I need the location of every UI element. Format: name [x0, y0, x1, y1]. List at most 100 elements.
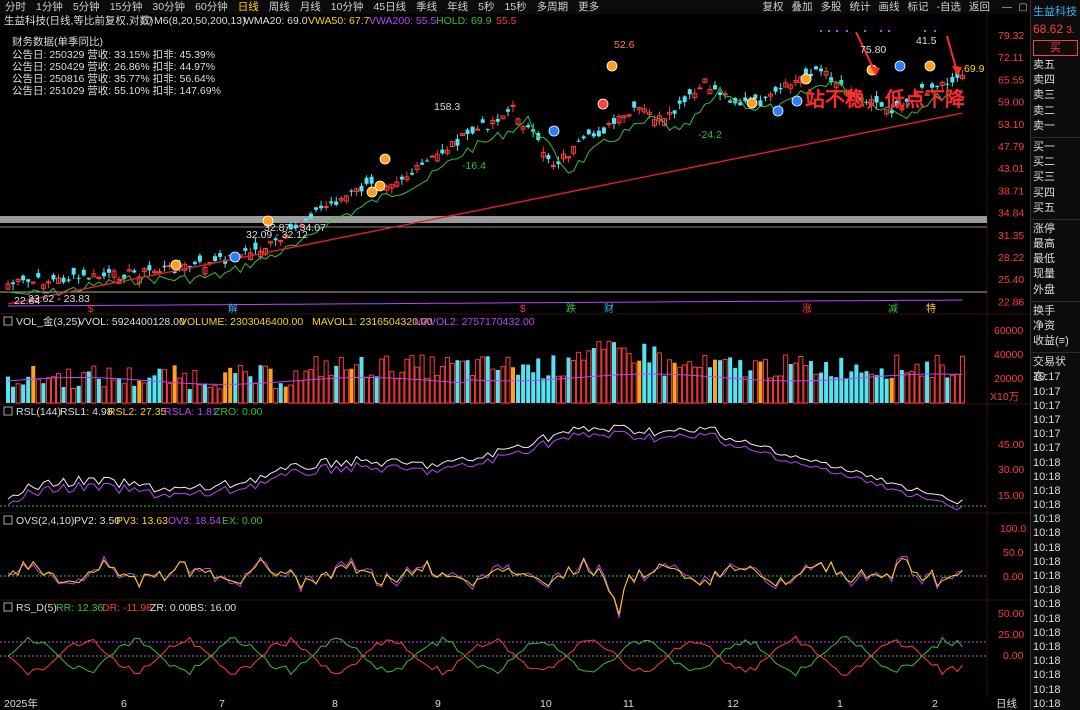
volume-bar: [637, 360, 642, 403]
volume-bar: [697, 367, 703, 404]
signal-icon[interactable]: [606, 60, 618, 72]
kline-chart-svg[interactable]: 生益科技(日线,等比前复权,对数) M6(8,20,50,200,13) WMA…: [0, 14, 1030, 697]
y-tick: 60000: [994, 325, 1023, 337]
buy-button[interactable]: 买: [1033, 40, 1078, 56]
volume-bar: [672, 362, 677, 403]
y-tick: 31.35: [998, 230, 1024, 242]
x-label: 1: [837, 698, 843, 710]
volume-bar: [273, 387, 279, 404]
volume-bar: [328, 374, 334, 404]
period-tab[interactable]: 15分钟: [105, 0, 148, 14]
toolbar-actions: 复权 叠加 多股 统计 画线 标记 -自选 返回: [759, 0, 999, 14]
candle-body: [758, 100, 763, 107]
minimize-icon[interactable]: —: [1000, 1, 1014, 13]
signal-icon[interactable]: [379, 153, 391, 165]
volume-bar: [914, 363, 920, 404]
volume-bar: [596, 341, 602, 404]
y-tick: 0.00: [1003, 650, 1024, 662]
toolbar-action[interactable]: 返回: [965, 0, 994, 14]
trade-time: 10:18: [1033, 541, 1061, 554]
candle-body: [162, 265, 167, 268]
signal-icon[interactable]: [548, 125, 560, 137]
signal-icon[interactable]: [746, 97, 758, 109]
signal-icon[interactable]: [791, 95, 803, 107]
candle-body: [410, 172, 414, 175]
toolbar-action[interactable]: 叠加: [788, 0, 817, 14]
period-tab[interactable]: 年线: [442, 0, 473, 14]
order-book-row: 买一: [1033, 140, 1055, 153]
volume-bar: [808, 361, 813, 403]
restore-icon[interactable]: ▢: [1016, 1, 1030, 13]
toolbar-action[interactable]: 多股: [817, 0, 846, 14]
signal-dot: [888, 30, 890, 32]
volume-bar: [819, 372, 824, 403]
trade-time: 10:18: [1033, 612, 1061, 625]
period-tab[interactable]: 季线: [411, 0, 442, 14]
period-tab[interactable]: 1分钟: [31, 0, 68, 14]
volume-bar: [490, 368, 496, 404]
toolbar-action[interactable]: -自选: [933, 0, 966, 14]
toolbar-action[interactable]: 标记: [904, 0, 933, 14]
legend-wma20: WMA20: 69.0: [244, 15, 308, 27]
signal-icon[interactable]: [924, 60, 936, 72]
panel-toggle-icon[interactable]: [3, 602, 13, 612]
volume-bar: [444, 357, 450, 404]
signal-icon[interactable]: [894, 60, 906, 72]
volume-bar: [768, 377, 774, 404]
signal-icon[interactable]: [800, 73, 812, 85]
period-tab[interactable]: 30分钟: [147, 0, 190, 14]
signal-icon[interactable]: [170, 259, 182, 271]
period-tab[interactable]: 15秒: [499, 0, 531, 14]
period-tab[interactable]: 月线: [295, 0, 326, 14]
volume-bar: [521, 364, 526, 403]
period-tab[interactable]: 更多: [573, 0, 604, 14]
toolbar-action[interactable]: 复权: [759, 0, 788, 14]
volume-bar: [555, 375, 561, 404]
candle-body: [465, 129, 470, 135]
candle-body: [930, 83, 935, 88]
period-tab[interactable]: 日线: [233, 0, 264, 14]
panel-toggle-icon[interactable]: [3, 406, 13, 416]
signal-icon[interactable]: [374, 180, 386, 192]
chart-area[interactable]: 生益科技(日线,等比前复权,对数) M6(8,20,50,200,13) WMA…: [0, 14, 1030, 697]
stat-row: 收益(≡): [1033, 335, 1069, 348]
toolbar-action[interactable]: 统计: [846, 0, 875, 14]
period-tab[interactable]: 5秒: [473, 0, 499, 14]
y-tick: 50.00: [998, 608, 1024, 620]
rsl-legend-zro: ZRO: 0.00: [214, 406, 263, 418]
volume-bar: [389, 371, 395, 404]
period-tab[interactable]: 60分钟: [190, 0, 233, 14]
volume-bar: [162, 369, 168, 404]
period-tab[interactable]: 分时: [0, 0, 31, 14]
candle-body: [455, 138, 460, 146]
volume-bar: [21, 384, 26, 403]
panel-toggle-icon[interactable]: [3, 316, 13, 326]
volume-bar: [707, 367, 712, 403]
candle-body: [743, 97, 748, 102]
volume-bar: [439, 365, 445, 404]
event-marker: 解: [228, 302, 238, 315]
period-tab[interactable]: 10分钟: [326, 0, 369, 14]
order-book-row: 买三: [1033, 171, 1055, 184]
period-tab[interactable]: 45日线: [368, 0, 411, 14]
volume-bar: [954, 373, 960, 404]
signal-icon[interactable]: [772, 105, 784, 117]
stock-name[interactable]: 生益科技: [1031, 0, 1080, 19]
signal-icon[interactable]: [229, 251, 241, 263]
period-tab[interactable]: 多周期: [532, 0, 574, 14]
candle-body: [485, 128, 490, 130]
toolbar-action[interactable]: 画线: [875, 0, 904, 14]
period-tab[interactable]: 5分钟: [68, 0, 105, 14]
volume-bar: [76, 385, 81, 403]
period-tab[interactable]: 周线: [264, 0, 295, 14]
legend-hold-extra: 55.5: [496, 15, 517, 27]
order-book-row: 买二: [1033, 156, 1055, 169]
signal-dot: [828, 30, 830, 32]
candle-body: [81, 269, 86, 276]
volume-bar: [242, 371, 248, 404]
signal-icon[interactable]: [597, 98, 609, 110]
volume-bar: [106, 367, 112, 404]
trade-time: 10:18: [1033, 499, 1061, 512]
quote-sidebar: 生益科技 68.62 3. 买 卖五 卖四 卖三 卖二 卖一 买一 买二 买三 买四 买五 涨停最…: [1030, 0, 1080, 710]
panel-toggle-icon[interactable]: [3, 515, 13, 525]
